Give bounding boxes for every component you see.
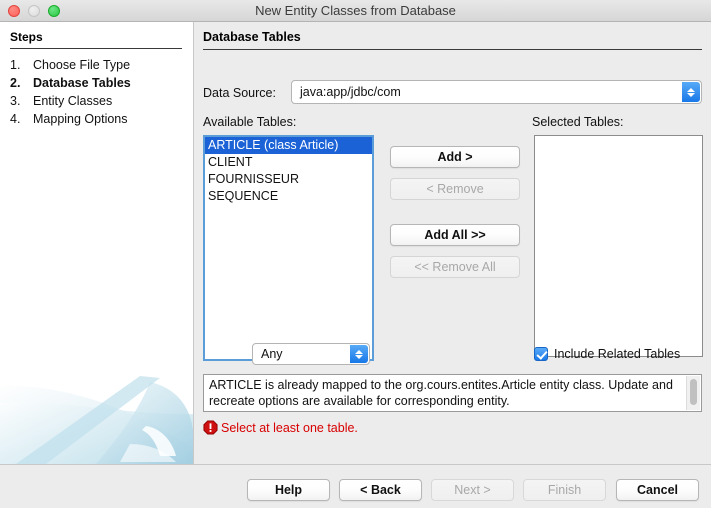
data-source-combobox[interactable]: java:app/jdbc/com <box>291 80 702 104</box>
help-button[interactable]: Help <box>247 479 330 501</box>
main-content: Database Tables Data Source: java:app/jd… <box>194 22 711 464</box>
page-title-rule <box>203 49 702 50</box>
steps-heading-rule <box>10 48 182 49</box>
error-octagon-icon <box>203 420 218 435</box>
error-message-text: Select at least one table. <box>221 420 358 435</box>
step-item-2: 2. Database Tables <box>10 74 190 92</box>
step-item-1: 1. Choose File Type <box>10 56 190 74</box>
selected-tables-list[interactable] <box>534 135 703 357</box>
list-item[interactable]: CLIENT <box>205 154 372 171</box>
info-message-text: ARTICLE is already mapped to the org.cou… <box>209 378 673 408</box>
available-tables-label: Available Tables: <box>203 115 297 129</box>
step-label: Entity Classes <box>33 94 113 108</box>
list-item[interactable]: FOURNISSEUR <box>205 171 372 188</box>
list-item[interactable]: ARTICLE (class Article) <box>205 137 372 154</box>
step-label: Choose File Type <box>33 58 131 72</box>
cancel-button[interactable]: Cancel <box>616 479 699 501</box>
steps-heading: Steps <box>10 30 43 44</box>
steps-panel: Steps 1. Choose File Type 2. Database Ta… <box>0 22 193 464</box>
available-tables-list[interactable]: ARTICLE (class Article) CLIENT FOURNISSE… <box>203 135 374 361</box>
page-title: Database Tables <box>203 30 301 44</box>
step-number: 2. <box>10 76 21 90</box>
data-source-value: java:app/jdbc/com <box>300 85 401 99</box>
step-label: Mapping Options <box>33 112 128 126</box>
dialog-footer: Help < Back Next > Finish Cancel <box>0 464 711 508</box>
add-button[interactable]: Add > <box>390 146 520 168</box>
include-related-tables-row[interactable]: Include Related Tables <box>534 347 680 361</box>
step-number: 4. <box>10 112 21 126</box>
remove-button: < Remove <box>390 178 520 200</box>
finish-button: Finish <box>523 479 606 501</box>
scrollbar-thumb[interactable] <box>690 379 697 405</box>
table-type-filter-value: Any <box>261 347 283 361</box>
remove-all-button: << Remove All <box>390 256 520 278</box>
window-titlebar: New Entity Classes from Database <box>0 0 711 22</box>
dialog-window: New Entity Classes from Database Steps 1… <box>0 0 711 508</box>
selected-tables-label: Selected Tables: <box>532 115 624 129</box>
next-button: Next > <box>431 479 514 501</box>
checkmark-icon[interactable] <box>534 347 548 361</box>
info-scrollbar[interactable] <box>686 376 700 410</box>
list-item[interactable]: SEQUENCE <box>205 188 372 205</box>
chevron-updown-icon[interactable] <box>682 82 700 102</box>
step-item-3: 3. Entity Classes <box>10 92 190 110</box>
add-all-button[interactable]: Add All >> <box>390 224 520 246</box>
chevron-updown-icon[interactable] <box>350 345 368 363</box>
info-message-box: ARTICLE is already mapped to the org.cou… <box>203 374 702 412</box>
validation-error: Select at least one table. <box>203 420 358 435</box>
window-title: New Entity Classes from Database <box>255 3 456 18</box>
back-button[interactable]: < Back <box>339 479 422 501</box>
step-item-4: 4. Mapping Options <box>10 110 190 128</box>
steps-list: 1. Choose File Type 2. Database Tables 3… <box>10 56 190 128</box>
decorative-swoosh-graphic <box>0 344 193 464</box>
step-number: 1. <box>10 58 21 72</box>
step-label: Database Tables <box>33 76 131 90</box>
data-source-label: Data Source: <box>203 86 276 100</box>
table-type-filter-combobox[interactable]: Any <box>252 343 370 365</box>
include-related-tables-label: Include Related Tables <box>554 347 681 361</box>
step-number: 3. <box>10 94 21 108</box>
